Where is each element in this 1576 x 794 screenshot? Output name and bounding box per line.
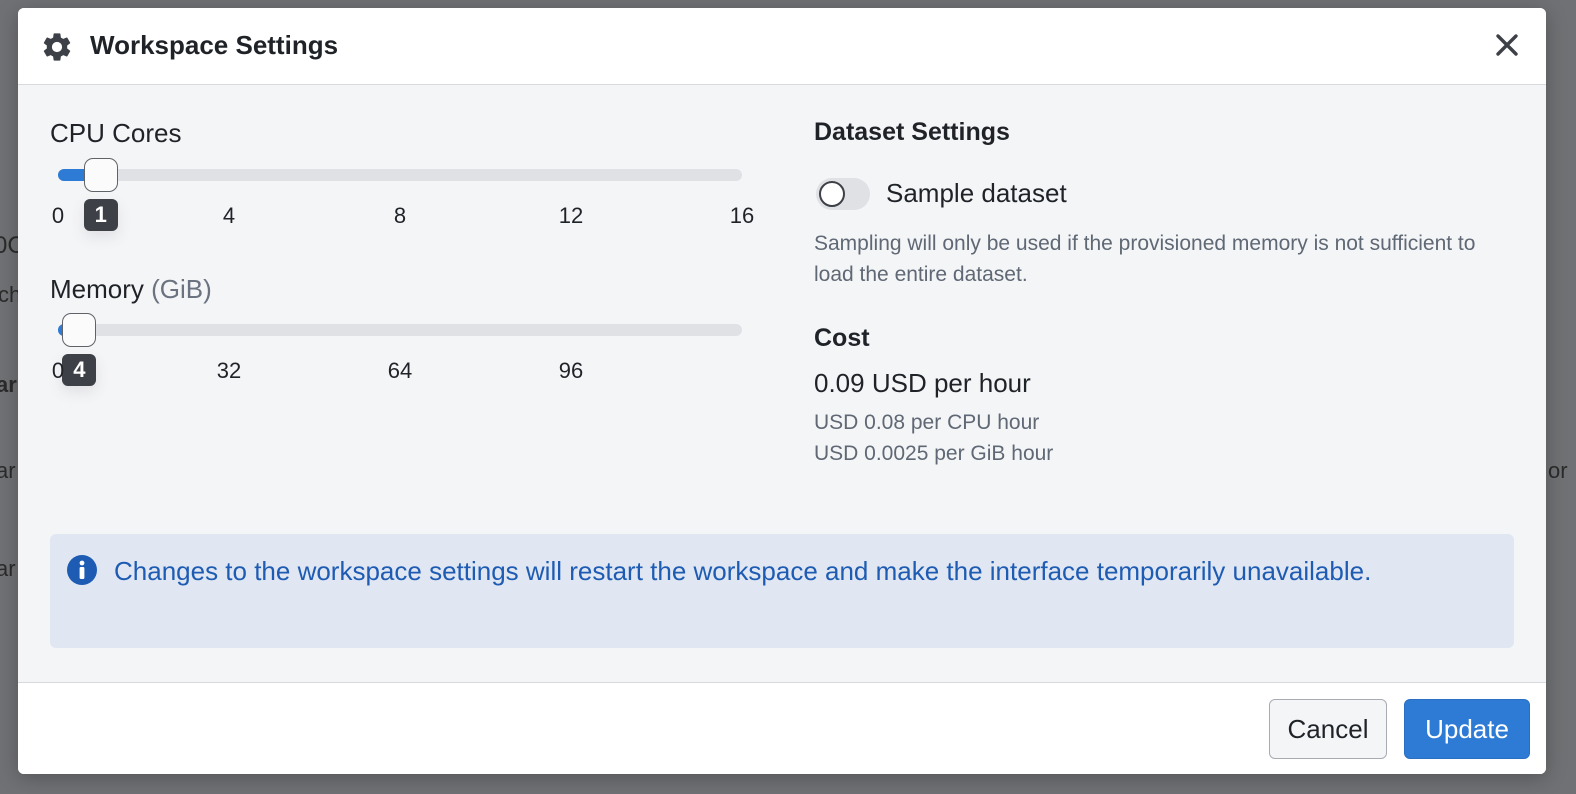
- cpu-value-badge: 1: [83, 199, 118, 231]
- workspace-settings-dialog: Workspace Settings CPU Cores 1 Memory (G…: [18, 8, 1546, 774]
- mem-tick-label: 32: [216, 358, 242, 383]
- mem-tick-label: 96: [558, 358, 584, 383]
- cpu-tick-label: 16: [729, 203, 755, 228]
- cost-cpu-rate: USD 0.08 per CPU hour: [814, 411, 1040, 434]
- memory-slider-track[interactable]: [58, 324, 742, 336]
- cpu-tick-label: 0: [51, 203, 65, 228]
- cpu-tick-label: 12: [558, 203, 584, 228]
- background-text-5: ar: [0, 556, 16, 581]
- dialog-title: Workspace Settings: [90, 30, 339, 60]
- update-button[interactable]: Update: [1404, 699, 1530, 759]
- cost-memory-rate: USD 0.0025 per GiB hour: [814, 442, 1054, 465]
- background-text-4: ar: [0, 458, 16, 483]
- cpu-slider-track[interactable]: [58, 169, 742, 181]
- sample-dataset-label: Sample dataset: [886, 178, 1067, 208]
- cpu-tick-label: 8: [393, 203, 407, 228]
- mem-tick-label: 0: [51, 358, 65, 383]
- memory-slider-thumb[interactable]: [62, 313, 97, 347]
- toggle-knob: [819, 181, 845, 207]
- sampling-help-text: Sampling will only be used if the provis…: [814, 232, 1476, 286]
- mem-tick-label: 64: [387, 358, 413, 383]
- background-text-6: or: [1548, 458, 1568, 483]
- cancel-button[interactable]: Cancel: [1269, 699, 1387, 759]
- gear-icon: [43, 33, 71, 61]
- restart-info-text: Changes to the workspace settings will r…: [114, 556, 1372, 586]
- sample-dataset-toggle[interactable]: [816, 178, 870, 210]
- memory-label: Memory (GiB): [50, 274, 212, 305]
- cpu-tick-label: 4: [222, 203, 236, 228]
- restart-info-alert: Changes to the workspace settings will r…: [50, 534, 1514, 648]
- memory-value-badge: 4: [62, 354, 97, 386]
- info-icon: [67, 555, 97, 585]
- cpu-cores-label: CPU Cores: [50, 118, 182, 148]
- dialog-header: Workspace Settings: [18, 8, 1546, 85]
- memory-label-text: Memory: [50, 274, 144, 304]
- dataset-settings-title: Dataset Settings: [814, 118, 1010, 146]
- cpu-slider-thumb[interactable]: [83, 158, 118, 192]
- memory-unit: (GiB): [151, 274, 212, 304]
- dialog-footer: Cancel Update: [18, 682, 1546, 774]
- background-text-3: ar: [0, 372, 17, 397]
- close-button[interactable]: [1490, 28, 1524, 62]
- close-icon: [1496, 34, 1518, 56]
- cost-title: Cost: [814, 324, 870, 352]
- cost-total: 0.09 USD per hour: [814, 368, 1031, 398]
